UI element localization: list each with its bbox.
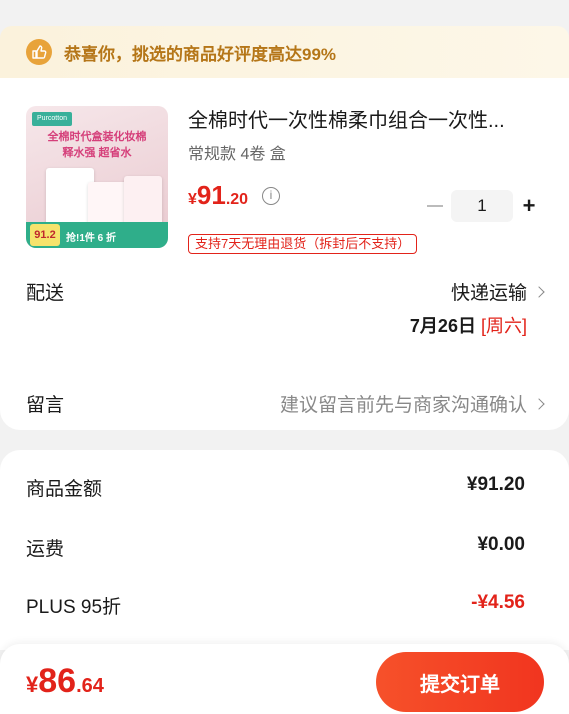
quantity-field[interactable]: 1 [451,190,513,222]
product-image-line1: 全棉时代盒装化妆棉 [47,131,147,143]
delivery-method[interactable]: 快递运输 [450,278,545,305]
shipping-label: 运费 [26,539,65,560]
price-currency: ¥ [188,191,197,208]
plus-discount-value: -¥4.56 [471,592,525,613]
product-price: ¥91.20 [188,180,248,211]
product-spec[interactable]: 常规款 4卷 盒 [188,140,286,164]
product-title[interactable]: 全棉时代一次性棉柔巾组合一次性... [188,104,540,133]
note-label: 留言 [26,395,65,416]
product-box-graphic [46,168,94,226]
delivery-date[interactable]: 7月26日 [周六] [410,312,527,338]
increase-quantity-button[interactable]: + [519,193,539,219]
shipping-value: ¥0.00 [477,534,525,555]
decrease-quantity-button[interactable] [427,205,443,207]
delivery-method-text: 快递运输 [450,283,527,304]
total-decimal: .64 [76,675,104,697]
product-image-brand: Purcotton [32,112,72,126]
product-image[interactable]: Purcotton 全棉时代盒装化妆棉 释水强 超省水 91.2 抢!1件 6 … [26,106,168,248]
subtotal-value: ¥91.20 [466,474,525,495]
delivery-date-text: 7月26日 [409,316,476,336]
info-icon[interactable]: i [262,187,280,205]
checkout-footer: ¥86.64 提交订单 [0,644,569,714]
subtotal-label: 商品金额 [26,479,103,500]
thumbs-up-icon [26,39,52,65]
submit-order-button[interactable]: 提交订单 [376,652,544,712]
banner-text: 恭喜你，挑选的商品好评度高达99% [64,44,337,64]
product-box-graphic [124,176,162,228]
total-integer: 86 [38,662,77,700]
total-currency: ¥ [26,672,39,697]
delivery-weekday: [周六] [480,316,527,336]
order-total: ¥86.64 [26,662,104,701]
note-placeholder: 建议留言前先与商家沟通确认 [279,395,527,416]
note-input[interactable]: 建议留言前先与商家沟通确认 [279,390,545,417]
price-decimal: .20 [225,191,249,208]
plus-discount-label: PLUS 95折 [26,597,122,618]
price-integer: 91 [196,180,226,210]
chevron-right-icon [533,397,545,410]
price-summary-card: 商品金额 ¥91.20 运费 ¥0.00 PLUS 95折 -¥4.56 [0,450,569,650]
product-image-line2: 释水强 超省水 [62,147,132,159]
promo-strip-text: 抢!1件 6 折 [66,233,117,244]
rating-banner: 恭喜你，挑选的商品好评度高达99% [0,26,569,78]
chevron-right-icon [533,285,545,298]
delivery-label: 配送 [26,283,65,304]
image-price-badge: 91.2 [30,224,60,246]
return-policy-tag: 支持7天无理由退货（拆封后不支持） [188,234,418,254]
product-card: Purcotton 全棉时代盒装化妆棉 释水强 超省水 91.2 抢!1件 6 … [0,78,569,430]
